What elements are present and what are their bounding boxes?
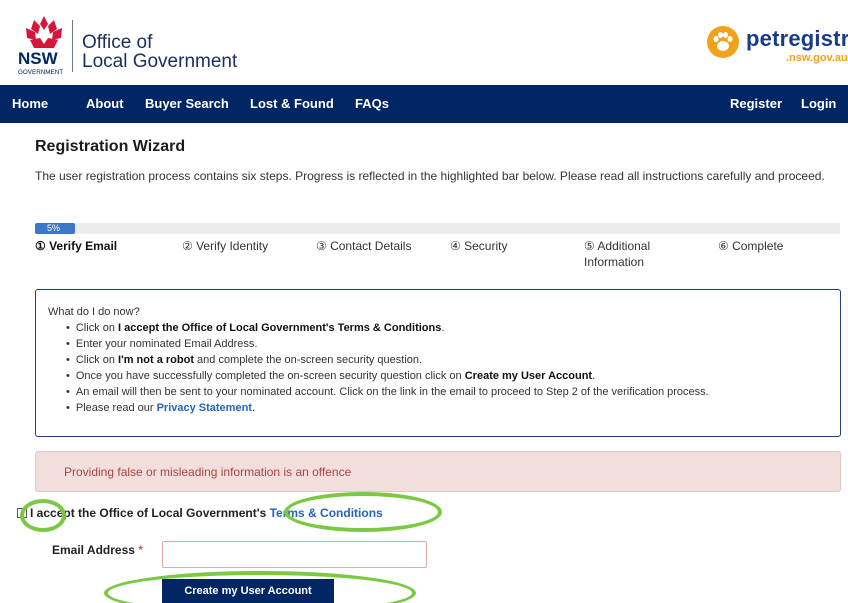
instructions-panel: What do I do now? Click on I accept the … <box>35 289 841 437</box>
step-contact-details: ③ Contact Details <box>316 239 412 253</box>
progress-label: 5% <box>47 223 61 233</box>
nsw-logo-text: NSW <box>18 49 59 68</box>
olg-logo-text[interactable]: Office of Local Government <box>82 33 237 71</box>
terms-conditions-link[interactable]: Terms & Conditions <box>270 506 383 520</box>
nav-lost-found[interactable]: Lost & Found <box>250 96 334 111</box>
nsw-waratah-logo[interactable]: NSW GOVERNMENT <box>16 12 72 78</box>
nav-home[interactable]: Home <box>12 96 48 111</box>
step-verify-email: ① Verify Email <box>35 239 118 253</box>
required-marker: * <box>138 543 143 557</box>
instructions-list: Click on I accept the Office of Local Go… <box>66 320 840 416</box>
instruction-item: Click on I accept the Office of Local Go… <box>66 320 840 336</box>
step-security: ④ Security <box>450 239 508 253</box>
step-verify-identity: ② Verify Identity <box>182 239 269 253</box>
olg-line-2: Local Government <box>82 51 238 72</box>
site-header: NSW GOVERNMENT Office of Local Governmen… <box>0 0 848 85</box>
main-nav: Home About Buyer Search Lost & Found FAQ… <box>0 85 848 123</box>
petregistry-logo-text[interactable]: petregistr <box>746 26 848 52</box>
create-account-button[interactable]: Create my User Account <box>162 579 334 603</box>
page-title: Registration Wizard <box>35 138 186 155</box>
accept-terms-checkbox[interactable] <box>17 508 27 518</box>
olg-line-1: Office of <box>82 32 153 53</box>
nav-buyer-search[interactable]: Buyer Search <box>145 96 229 111</box>
paw-logo-icon[interactable] <box>706 25 740 59</box>
logo-divider <box>72 20 73 72</box>
nav-login[interactable]: Login <box>801 96 836 111</box>
instruction-item: Please read our Privacy Statement. <box>66 400 840 416</box>
email-field[interactable] <box>162 541 427 568</box>
privacy-statement-link[interactable]: Privacy Statement <box>157 402 252 414</box>
petregistry-domain-text: .nsw.gov.au <box>786 52 848 64</box>
step-complete: ⑥ Complete <box>718 239 784 253</box>
nsw-logo-sub: GOVERNMENT <box>18 69 63 76</box>
progress-bar: 5% <box>35 223 840 234</box>
wizard-intro-text: The user registration process contains s… <box>35 169 825 183</box>
nav-about[interactable]: About <box>86 96 124 111</box>
nav-faqs[interactable]: FAQs <box>355 96 389 111</box>
accept-terms-label: I accept the Office of Local Government'… <box>30 506 383 520</box>
instruction-item: Enter your nominated Email Address. <box>66 336 840 352</box>
progress-fill: 5% <box>35 223 76 234</box>
warning-alert: Providing false or misleading informatio… <box>35 451 841 492</box>
instruction-item: Click on I'm not a robot and complete th… <box>66 352 840 368</box>
step-additional-information: ⑤ Additional Information <box>584 239 651 269</box>
instruction-item: An email will then be sent to your nomin… <box>66 384 840 400</box>
instructions-heading: What do I do now? <box>48 306 140 318</box>
email-label: Email Address * <box>52 543 143 557</box>
instruction-item: Once you have successfully completed the… <box>66 368 840 384</box>
nav-register[interactable]: Register <box>730 96 782 111</box>
